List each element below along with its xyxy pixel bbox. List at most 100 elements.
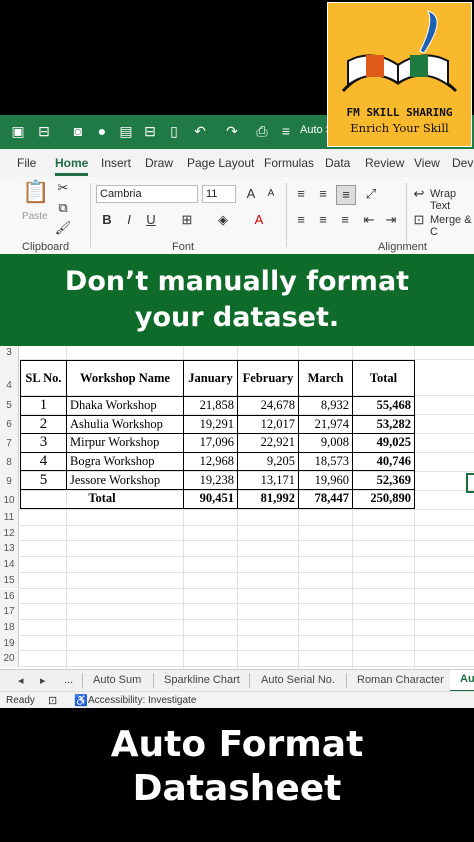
- decrease-font-icon[interactable]: A: [262, 185, 280, 203]
- cell-total-january[interactable]: 90,451: [183, 488, 238, 509]
- row-header[interactable]: 5: [0, 396, 19, 415]
- increase-font-icon[interactable]: A: [242, 185, 260, 203]
- font-name-select[interactable]: Cambria: [96, 185, 198, 203]
- row-header[interactable]: 17: [0, 604, 19, 620]
- tab-review[interactable]: Review: [365, 156, 404, 170]
- customize-icon[interactable]: ≡: [278, 123, 294, 139]
- cell-total[interactable]: 52,369: [352, 470, 415, 490]
- autosave-toggle-icon[interactable]: ●: [94, 123, 110, 139]
- paste-icon[interactable]: 📋: [22, 181, 49, 209]
- save-as-icon[interactable]: ⊟: [142, 123, 158, 139]
- align-right-icon[interactable]: ≡: [336, 211, 354, 229]
- sheet-tab-active[interactable]: Au: [450, 670, 474, 692]
- row-header[interactable]: 10: [0, 491, 19, 510]
- cell-workshop[interactable]: Dhaka Workshop: [66, 396, 184, 416]
- cell-grand-total[interactable]: 250,890: [352, 488, 415, 509]
- cell-sl[interactable]: 4: [20, 451, 67, 472]
- tab-data[interactable]: Data: [325, 156, 350, 170]
- increase-indent-icon[interactable]: ⇥: [382, 211, 400, 229]
- tab-file[interactable]: File: [17, 156, 36, 170]
- accessibility-icon[interactable]: ♿: [74, 694, 88, 707]
- merge-center-button[interactable]: Merge & C: [430, 214, 474, 238]
- header-workshop-name[interactable]: Workshop Name: [66, 360, 184, 397]
- row-header[interactable]: 12: [0, 525, 19, 542]
- print-preview-icon[interactable]: ⎙: [254, 123, 270, 139]
- cell-sl[interactable]: 2: [20, 414, 67, 435]
- header-february[interactable]: February: [237, 360, 299, 397]
- cell-total-february[interactable]: 81,992: [237, 488, 299, 509]
- cell-total-label[interactable]: Total: [20, 488, 184, 509]
- cell-february[interactable]: 9,205: [237, 451, 299, 472]
- format-painter-icon[interactable]: 🖌: [54, 219, 72, 237]
- cell-workshop[interactable]: Ashulia Workshop: [66, 414, 184, 435]
- cell-january[interactable]: 21,858: [183, 396, 238, 416]
- macro-record-icon[interactable]: ⊡: [48, 694, 57, 707]
- italic-icon[interactable]: I: [120, 211, 138, 229]
- cell-total[interactable]: 49,025: [352, 433, 415, 453]
- align-left-icon[interactable]: ≡: [292, 211, 310, 229]
- cell-sl[interactable]: 1: [20, 396, 67, 416]
- copy-icon[interactable]: ⧉: [54, 199, 72, 217]
- tab-insert[interactable]: Insert: [101, 156, 131, 170]
- merge-icon[interactable]: ⊡: [410, 211, 428, 229]
- cell-total[interactable]: 55,468: [352, 396, 415, 416]
- scroll-right-icon[interactable]: ▸: [40, 674, 46, 687]
- header-total[interactable]: Total: [352, 360, 415, 397]
- row-header[interactable]: 3: [0, 346, 19, 360]
- cell-workshop[interactable]: Mirpur Workshop: [66, 433, 184, 453]
- cell-march[interactable]: 19,960: [298, 470, 353, 490]
- cell-workshop[interactable]: Jessore Workshop: [66, 470, 184, 490]
- cell-sl[interactable]: 3: [20, 433, 67, 453]
- borders-icon[interactable]: ⊞: [178, 211, 196, 229]
- sheet-tab-sparkline-chart[interactable]: Sparkline Chart: [164, 674, 240, 686]
- row-header[interactable]: 6: [0, 415, 19, 434]
- row-header[interactable]: 13: [0, 541, 19, 558]
- cell-sl[interactable]: 5: [20, 470, 67, 490]
- row-header[interactable]: 19: [0, 635, 19, 652]
- camera-icon[interactable]: ◙: [70, 123, 86, 139]
- font-color-icon[interactable]: A: [250, 211, 268, 229]
- cell-total[interactable]: 40,746: [352, 451, 415, 472]
- header-january[interactable]: January: [183, 360, 238, 397]
- header-sl-no[interactable]: SL No.: [20, 360, 67, 397]
- cell-january[interactable]: 17,096: [183, 433, 238, 453]
- cell-march[interactable]: 21,974: [298, 414, 353, 435]
- wrap-text-button[interactable]: Wrap Text: [430, 188, 474, 212]
- row-header[interactable]: 14: [0, 557, 19, 573]
- row-header[interactable]: 4: [0, 360, 19, 396]
- underline-icon[interactable]: U: [142, 211, 160, 229]
- undo-icon[interactable]: ↶: [192, 123, 208, 139]
- decrease-indent-icon[interactable]: ⇤: [360, 211, 378, 229]
- row-header[interactable]: 16: [0, 588, 19, 605]
- tab-page-layout[interactable]: Page Layout: [187, 156, 254, 170]
- wrap-text-icon[interactable]: ↩: [410, 185, 428, 203]
- cell-march[interactable]: 9,008: [298, 433, 353, 453]
- tab-formulas[interactable]: Formulas: [264, 156, 314, 170]
- scroll-left-icon[interactable]: ◂: [18, 674, 24, 687]
- new-file-icon[interactable]: ▯: [166, 123, 182, 139]
- font-size-select[interactable]: 11: [202, 185, 236, 203]
- cell-february[interactable]: 24,678: [237, 396, 299, 416]
- row-header[interactable]: 11: [0, 510, 19, 526]
- orientation-icon[interactable]: ⤢: [362, 185, 380, 203]
- cell-workshop[interactable]: Bogra Workshop: [66, 451, 184, 472]
- bold-icon[interactable]: B: [98, 211, 116, 229]
- accessibility-status[interactable]: Accessibility: Investigate: [88, 695, 196, 706]
- row-header[interactable]: 9: [0, 472, 19, 491]
- clipboard-icon[interactable]: ▤: [118, 123, 134, 139]
- row-header[interactable]: 7: [0, 434, 19, 453]
- tab-home[interactable]: Home: [55, 156, 89, 176]
- sheet-tab-auto-sum[interactable]: Auto Sum: [93, 674, 141, 686]
- cut-icon[interactable]: ✂: [54, 179, 72, 197]
- cell-january[interactable]: 12,968: [183, 451, 238, 472]
- cell-march[interactable]: 18,573: [298, 451, 353, 472]
- cell-total-march[interactable]: 78,447: [298, 488, 353, 509]
- align-center-icon[interactable]: ≡: [314, 211, 332, 229]
- cell-march[interactable]: 8,932: [298, 396, 353, 416]
- tab-developer[interactable]: Deve: [452, 156, 474, 170]
- tab-draw[interactable]: Draw: [145, 156, 173, 170]
- cell-february[interactable]: 13,171: [237, 470, 299, 490]
- align-top-icon[interactable]: ≡: [292, 185, 310, 203]
- row-header[interactable]: 18: [0, 619, 19, 636]
- align-bottom-icon[interactable]: ≡: [336, 185, 356, 205]
